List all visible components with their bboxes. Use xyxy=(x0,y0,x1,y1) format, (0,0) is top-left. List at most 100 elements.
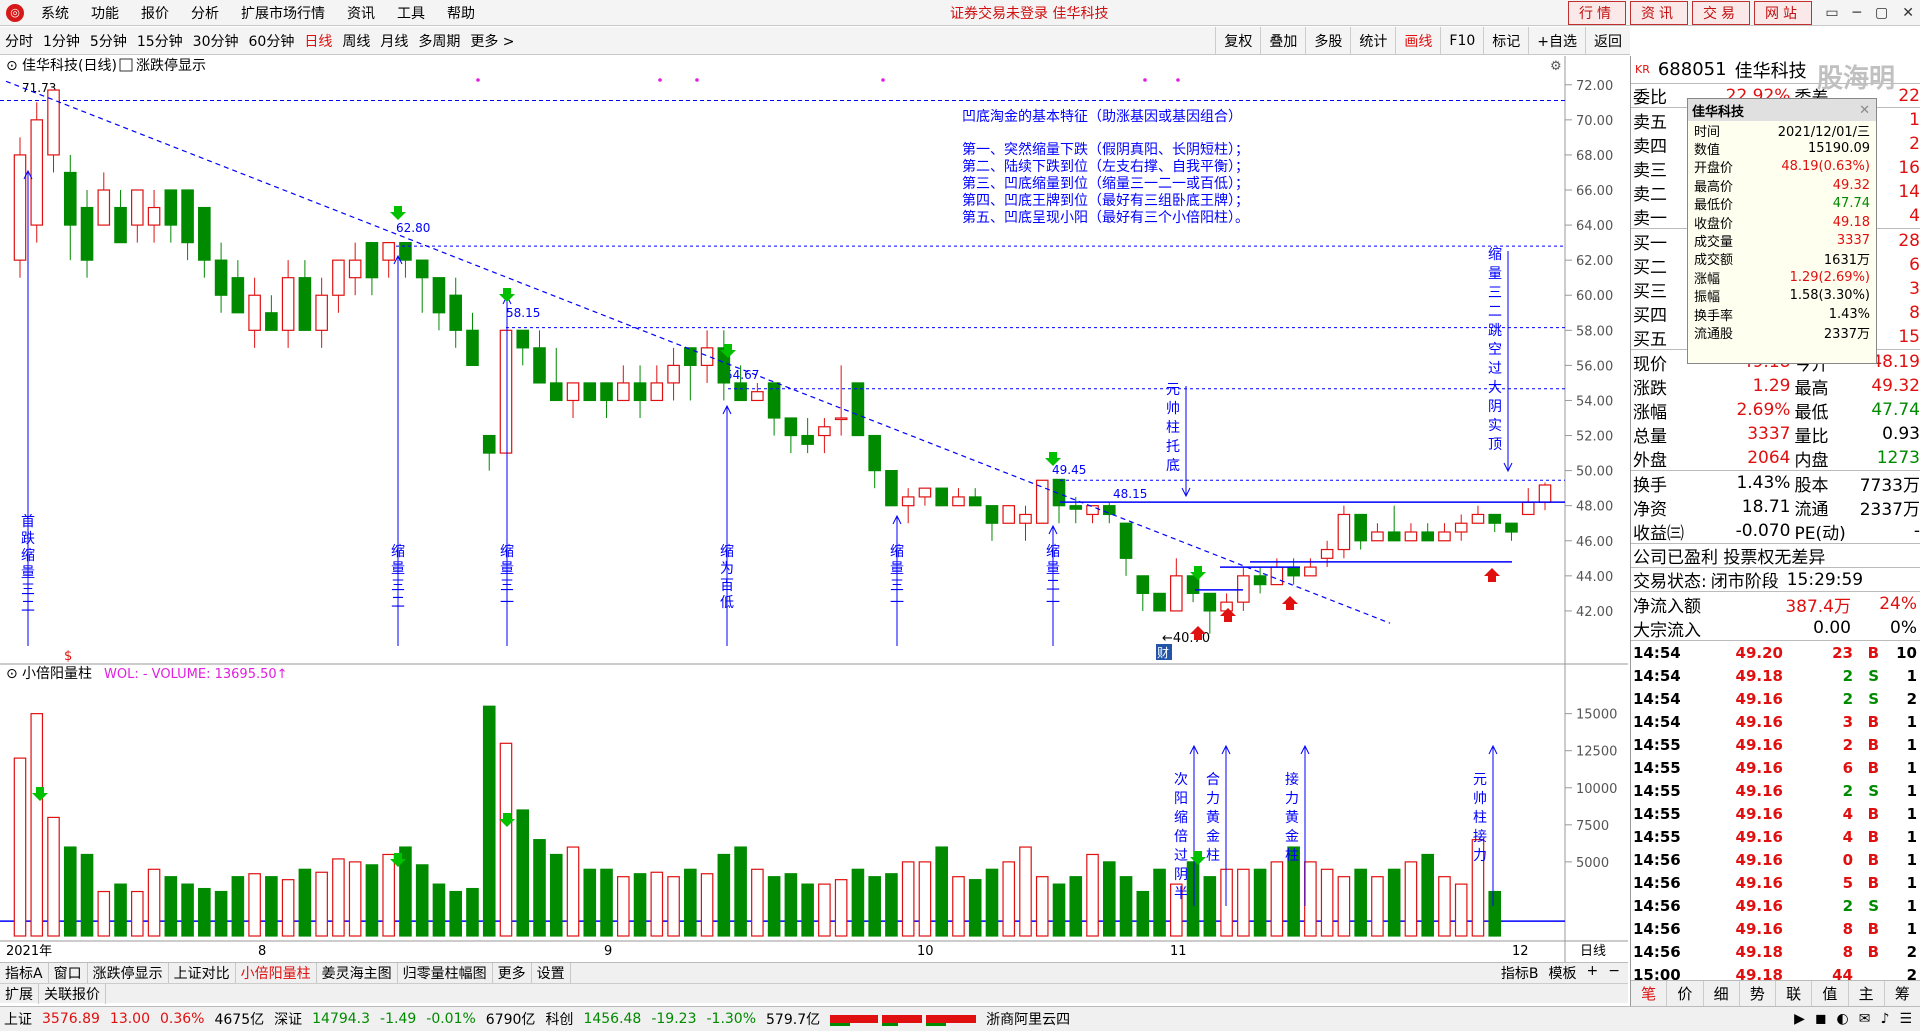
volume-bar[interactable] xyxy=(566,846,580,937)
volume-bar[interactable] xyxy=(1203,876,1217,937)
volume-bar[interactable] xyxy=(1354,868,1367,937)
volume-bar[interactable] xyxy=(131,890,144,937)
qtab-value[interactable]: 值 xyxy=(1812,981,1849,1006)
zoom-in-button[interactable]: + xyxy=(1587,963,1599,983)
candle-body[interactable] xyxy=(214,259,228,296)
candle-body[interactable] xyxy=(1237,575,1250,603)
volume-bar[interactable] xyxy=(214,890,228,937)
volume-bar[interactable] xyxy=(667,876,680,937)
tool-draw-line[interactable]: 画线 xyxy=(1395,26,1440,55)
candle-body[interactable] xyxy=(1153,592,1166,612)
candle-body[interactable] xyxy=(1454,522,1468,533)
tab-extension[interactable]: 扩展 xyxy=(0,983,39,1004)
volume-bar[interactable] xyxy=(164,876,178,937)
volume-bar[interactable] xyxy=(1119,876,1133,937)
kline-chart[interactable]: ⊙ 佳华科技(日线) 涨跌停显示 ⚙ 凹底淘金的基本特征（助涨基因或基因组合） … xyxy=(0,56,1628,962)
popup-close-icon[interactable]: ✕ xyxy=(1859,103,1870,118)
volume-bar[interactable] xyxy=(616,876,630,937)
candle-body[interactable] xyxy=(600,382,613,402)
candle-body[interactable] xyxy=(751,391,764,402)
website-button[interactable]: 网站 xyxy=(1754,0,1812,25)
volume-bar[interactable] xyxy=(1371,876,1384,937)
tab-more[interactable]: 更多 xyxy=(493,963,532,983)
candle-body[interactable] xyxy=(332,259,345,296)
candle-body[interactable] xyxy=(1253,575,1267,586)
volume-bar[interactable] xyxy=(348,861,362,937)
volume-bar[interactable] xyxy=(1069,876,1083,937)
candle-body[interactable] xyxy=(1002,505,1016,524)
menu-help[interactable]: 帮助 xyxy=(436,3,486,23)
candle-body[interactable] xyxy=(399,242,412,261)
volume-bar[interactable] xyxy=(818,883,831,937)
volume-bar[interactable] xyxy=(583,868,597,937)
volume-bar[interactable] xyxy=(415,864,429,937)
server-name[interactable]: 浙商阿里云四 xyxy=(986,1009,1070,1029)
candle-body[interactable] xyxy=(432,277,446,314)
candle-body[interactable] xyxy=(767,382,781,419)
volume-bar[interactable] xyxy=(650,871,664,937)
chart-settings-icon[interactable]: ⚙ xyxy=(1550,59,1562,74)
period-1min[interactable]: 1分钟 xyxy=(38,31,85,51)
candle-body[interactable] xyxy=(549,382,563,402)
volume-bar[interactable] xyxy=(114,883,127,937)
volume-bar[interactable] xyxy=(1102,861,1116,937)
candle-body[interactable] xyxy=(650,382,664,402)
candle-body[interactable] xyxy=(382,242,395,261)
candle-body[interactable] xyxy=(1287,566,1300,577)
minimize-icon[interactable]: ─ xyxy=(1853,5,1861,21)
tool-overlay[interactable]: 叠加 xyxy=(1260,26,1305,55)
volume-bar[interactable] xyxy=(801,883,814,937)
tab-settings[interactable]: 设置 xyxy=(532,963,571,983)
tick-row[interactable]: 14:55 49.16 4 B 1 xyxy=(1631,825,1920,848)
volume-bar[interactable] xyxy=(985,868,999,937)
candle-body[interactable] xyxy=(1069,505,1083,510)
maximize-icon[interactable]: ▢ xyxy=(1875,5,1888,21)
tab-sh-compare[interactable]: 上证对比 xyxy=(169,963,236,983)
tick-row[interactable]: 14:55 49.16 2 S 1 xyxy=(1631,779,1920,802)
volume-bar[interactable] xyxy=(63,846,77,937)
candle-body[interactable] xyxy=(734,382,747,402)
volume-bar[interactable] xyxy=(851,868,865,937)
candle-body[interactable] xyxy=(1371,531,1384,542)
volume-bar[interactable] xyxy=(80,853,94,937)
candle-body[interactable] xyxy=(784,417,798,437)
candle-body[interactable] xyxy=(1019,513,1032,524)
candle-body[interactable] xyxy=(818,426,831,437)
qtab-related[interactable]: 联 xyxy=(1776,981,1813,1006)
candle-body[interactable] xyxy=(499,329,513,454)
candle-body[interactable] xyxy=(97,189,111,226)
period-monthly[interactable]: 月线 xyxy=(375,31,413,51)
volume-bar[interactable] xyxy=(1237,868,1250,937)
period-timeshare[interactable]: 分时 xyxy=(0,31,38,51)
tool-back[interactable]: 返回 xyxy=(1585,26,1630,55)
volume-bar[interactable] xyxy=(1304,861,1317,937)
tick-row[interactable]: 14:56 49.16 2 S 1 xyxy=(1631,894,1920,917)
volume-bar[interactable] xyxy=(1253,868,1267,937)
tick-row[interactable]: 14:55 49.16 4 B 1 xyxy=(1631,802,1920,825)
tab-small-yang-volume[interactable]: 小倍阳量柱 xyxy=(236,963,317,983)
volume-bar[interactable] xyxy=(382,853,395,937)
volume-bar[interactable] xyxy=(901,861,915,937)
volume-bar[interactable] xyxy=(30,713,44,937)
candle-body[interactable] xyxy=(449,294,463,331)
candle-body[interactable] xyxy=(633,382,647,402)
tool-mark[interactable]: 标记 xyxy=(1483,26,1528,55)
tick-row[interactable]: 14:54 49.16 3 B 1 xyxy=(1631,710,1920,733)
volume-bar[interactable] xyxy=(248,873,261,937)
candle-body[interactable] xyxy=(1102,505,1116,516)
candle-body[interactable] xyxy=(281,277,295,331)
candle-body[interactable] xyxy=(47,89,60,156)
contrast-icon[interactable]: ◐ xyxy=(1837,1011,1849,1027)
candle-body[interactable] xyxy=(466,329,479,366)
period-more[interactable]: 更多 > xyxy=(465,31,519,51)
candle-body[interactable] xyxy=(1203,592,1217,612)
restore-icon[interactable]: ▭ xyxy=(1825,5,1838,21)
tab-window[interactable]: 窗口 xyxy=(49,963,88,983)
candle-body[interactable] xyxy=(181,189,194,244)
candle-body[interactable] xyxy=(851,382,865,437)
volume-bar[interactable] xyxy=(1186,861,1200,937)
candle-body[interactable] xyxy=(1404,531,1418,542)
candle-body[interactable] xyxy=(114,206,127,244)
volume-bar[interactable] xyxy=(1136,890,1150,937)
volume-bar[interactable] xyxy=(633,873,647,937)
